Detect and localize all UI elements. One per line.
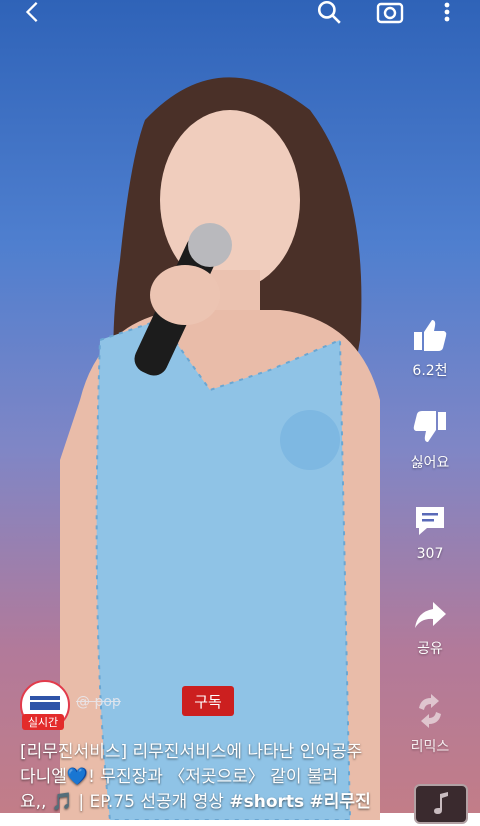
sound-thumbnail[interactable] xyxy=(414,784,468,824)
share-button[interactable]: 공유 xyxy=(400,600,460,658)
more-options-icon[interactable] xyxy=(432,0,462,24)
video-caption[interactable]: [리무진서비스] 리무진서비스에 나타난 인어공주 다니엘💙! 무진장과 〈저곳… xyxy=(20,740,400,815)
hashtag-limousine[interactable]: #리무진 xyxy=(310,792,371,812)
subscribe-button[interactable]: 구독 xyxy=(182,686,234,716)
dislike-label: 싫어요 xyxy=(410,455,450,471)
caption-line-3: 요,, 🎵 | EP.75 선공개 영상 #shorts #리무진 xyxy=(20,790,400,815)
comment-icon xyxy=(416,507,444,535)
comment-count: 307 xyxy=(416,546,444,562)
caption-line-3-text: 요,, 🎵 | EP.75 선공개 영상 xyxy=(20,792,230,812)
thumbs-up-icon xyxy=(414,320,447,351)
caption-line-1: [리무진서비스] 리무진서비스에 나타난 인어공주 xyxy=(20,742,363,762)
channel-row: 실시간 @ pop 구독 xyxy=(20,680,400,730)
thumbs-down-icon xyxy=(413,411,446,442)
remix-label: 리믹스 xyxy=(410,739,450,755)
search-icon[interactable] xyxy=(312,0,346,24)
remix-icon xyxy=(419,694,441,728)
remix-button[interactable]: 리믹스 xyxy=(400,694,460,756)
comment-button[interactable]: 307 xyxy=(400,504,460,562)
hashtag-shorts[interactable]: #shorts xyxy=(229,792,304,812)
top-bar xyxy=(0,0,480,32)
music-note-icon xyxy=(434,792,448,814)
back-arrow-icon[interactable] xyxy=(18,0,48,24)
caption-line-2: 다니엘💙! 무진장과 〈저곳으로〉 같이 불러 xyxy=(20,767,339,787)
dislike-button[interactable]: 싫어요 xyxy=(400,410,460,472)
share-icon xyxy=(415,602,446,628)
camera-icon[interactable] xyxy=(372,0,408,24)
like-count: 6.2천 xyxy=(412,363,448,379)
share-label: 공유 xyxy=(417,641,443,657)
live-badge: 실시간 xyxy=(22,714,64,730)
like-button[interactable]: 6.2천 xyxy=(400,318,460,380)
channel-handle[interactable]: @ pop xyxy=(76,694,121,710)
